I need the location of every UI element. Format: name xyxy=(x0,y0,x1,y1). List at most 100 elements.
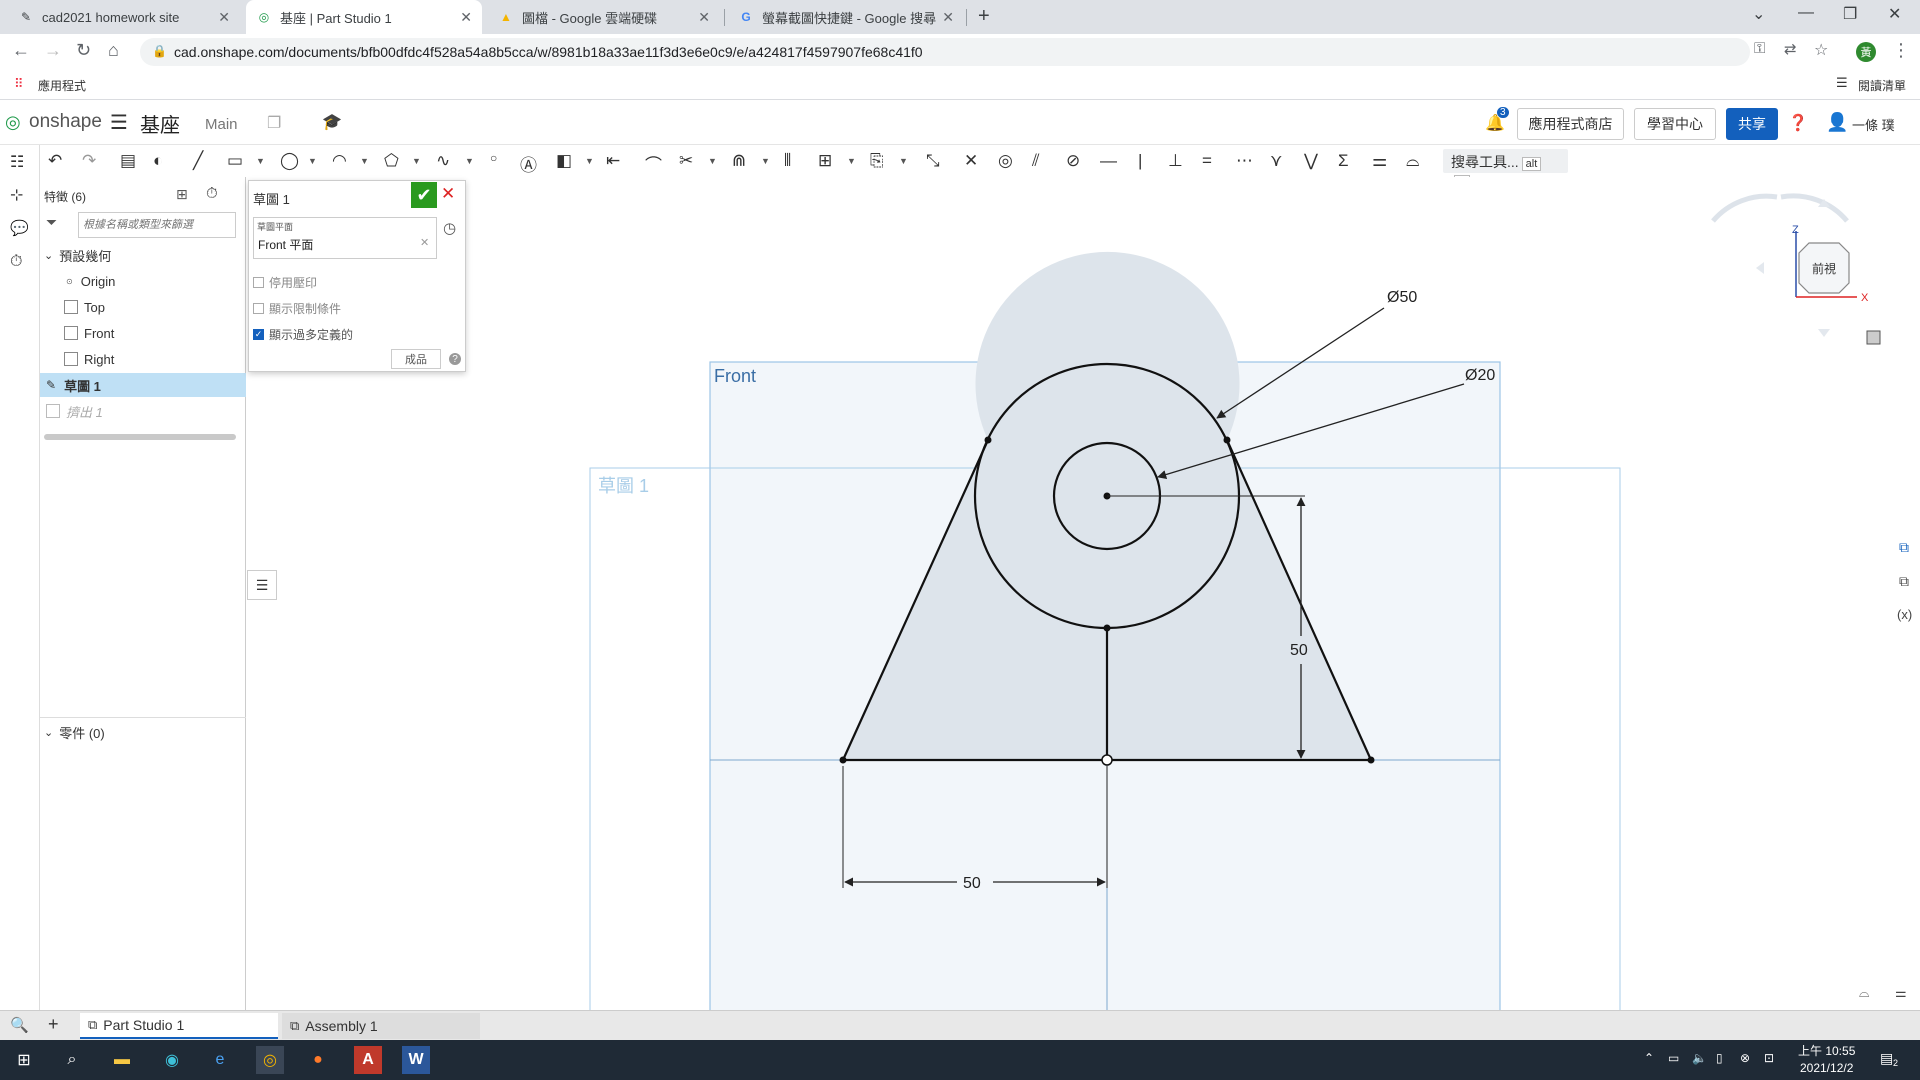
help-icon[interactable]: ❓ xyxy=(1788,113,1808,133)
curvature-icon[interactable]: ⌓ xyxy=(1406,151,1419,171)
redo-icon[interactable]: ↷ xyxy=(82,151,96,171)
appearance-panel-icon[interactable]: ⧉ xyxy=(1899,539,1909,556)
show-overdefined-option[interactable]: ✓ 顯示過多定義的 xyxy=(253,326,353,343)
feature-filter-input[interactable] xyxy=(78,212,236,238)
horizontal-icon[interactable]: — xyxy=(1100,151,1117,171)
search-icon[interactable]: ⌕ xyxy=(58,1046,86,1074)
volume-icon[interactable]: 🔈 xyxy=(1692,1051,1707,1065)
profile-avatar[interactable]: 黃 xyxy=(1856,42,1876,62)
spline-tool-icon[interactable]: ∿ xyxy=(436,151,450,171)
feature-top-plane[interactable]: Top xyxy=(40,295,246,319)
feature-tree-icon[interactable]: ☷ xyxy=(10,152,24,172)
usb-icon[interactable]: ▯ xyxy=(1716,1051,1723,1065)
word-icon[interactable]: W xyxy=(402,1046,430,1074)
edge-icon[interactable]: ◉ xyxy=(158,1046,186,1074)
checkbox[interactable] xyxy=(253,277,264,288)
back-icon[interactable]: ← xyxy=(12,40,30,61)
concentric-icon[interactable]: ◎ xyxy=(998,151,1013,171)
apps-grid-icon[interactable]: ⠿ xyxy=(14,76,24,92)
accept-checkmark-button[interactable]: ✔ xyxy=(411,182,437,208)
offset-icon[interactable]: ⋒ xyxy=(732,151,746,171)
symmetric-icon[interactable]: Σ xyxy=(1338,151,1349,171)
rollback-bar[interactable] xyxy=(44,434,236,440)
history-icon[interactable]: ⏱ xyxy=(10,253,22,271)
chevron-down-icon[interactable]: ▼ xyxy=(585,156,594,166)
rollback-timer-icon[interactable]: ⏱ xyxy=(206,185,218,202)
close-icon[interactable]: ✕ xyxy=(218,9,230,26)
chevron-down-icon[interactable]: ⌄ xyxy=(44,249,53,262)
translate-icon[interactable]: ⇄ xyxy=(1784,40,1797,58)
document-title[interactable]: 基座 xyxy=(140,109,180,138)
tab-assembly-1[interactable]: ⧉ Assembly 1 xyxy=(282,1013,480,1039)
key-icon[interactable]: ⚿ xyxy=(1754,40,1765,57)
construction-icon[interactable]: ◧ xyxy=(556,151,572,171)
file-explorer-icon[interactable]: ▬ xyxy=(108,1046,136,1074)
workspace-name[interactable]: Main xyxy=(205,116,238,133)
tangent-icon[interactable]: ⊘ xyxy=(1066,151,1080,171)
comment-icon[interactable]: 💬 xyxy=(10,219,29,237)
dimension-icon[interactable]: ⇤ xyxy=(606,151,620,171)
star-icon[interactable]: ☆ xyxy=(1814,40,1828,60)
close-icon[interactable]: ✕ xyxy=(942,9,954,26)
dimension-vertical-50[interactable]: 50 xyxy=(1290,642,1308,659)
sketch-canvas[interactable]: Front 草圖 1 Ø50 Ø20 50 50 Z X 前視 xyxy=(247,177,1883,1010)
polygon-tool-icon[interactable]: ⬠ xyxy=(384,151,399,171)
sketch-point[interactable] xyxy=(984,436,992,444)
graphics-area[interactable]: Front 草圖 1 Ø50 Ø20 50 50 Z X 前視 ⧉ ⧉ (x) … xyxy=(247,177,1912,1010)
sketch-point[interactable] xyxy=(1223,436,1231,444)
hamburger-icon[interactable]: ☰ xyxy=(110,110,128,135)
search-tools-input[interactable]: 搜尋工具...altC xyxy=(1443,149,1568,189)
minimize-icon[interactable]: — xyxy=(1798,4,1814,22)
cancel-x-button[interactable]: ✕ xyxy=(441,184,455,204)
user-name[interactable]: 一條 璞 xyxy=(1852,115,1895,134)
notification-center-icon[interactable]: ▤ xyxy=(1880,1050,1893,1067)
learning-center-button[interactable]: 學習中心 xyxy=(1634,108,1716,140)
section-view-icon[interactable]: ⚌ xyxy=(1895,985,1907,1001)
dimension-diameter-50[interactable]: Ø50 xyxy=(1387,289,1417,306)
checkbox[interactable] xyxy=(253,303,264,314)
browser-tab-google-drive[interactable]: ▲ 圖檔 - Google 雲端硬碟 ✕ xyxy=(488,0,720,34)
share-button[interactable]: 共享 xyxy=(1726,108,1778,140)
feature-right-plane[interactable]: Right xyxy=(40,347,246,371)
system-clock[interactable]: 上午 10:55 2021/12/2 xyxy=(1798,1043,1855,1077)
forward-icon[interactable]: → xyxy=(44,40,62,61)
render-panel-icon[interactable]: ⧉ xyxy=(1899,573,1909,590)
view-cube[interactable]: Z X 前視 xyxy=(1711,193,1883,337)
pattern-icon[interactable]: ⊞ xyxy=(818,151,832,171)
autocad-icon[interactable]: A xyxy=(354,1046,382,1074)
mirror-icon[interactable]: ⫴ xyxy=(784,151,791,171)
close-icon[interactable]: ✕ xyxy=(460,9,472,26)
apps-bookmark[interactable]: 應用程式 xyxy=(38,77,86,94)
chevron-down-icon[interactable]: ▼ xyxy=(360,156,369,166)
tab-search-icon[interactable]: ⌄ xyxy=(1752,4,1765,24)
rectangle-tool-icon[interactable]: ▭ xyxy=(227,151,243,171)
view-mode-icon[interactable]: ⌓ xyxy=(1859,985,1869,1001)
clear-selection-icon[interactable]: ✕ xyxy=(420,236,429,249)
feature-origin[interactable]: ⊙ Origin xyxy=(40,269,246,293)
tab-part-studio-1[interactable]: ⧉ Part Studio 1 xyxy=(80,1013,278,1039)
chevron-down-icon[interactable]: ▼ xyxy=(308,156,317,166)
chevron-down-icon[interactable]: ▼ xyxy=(899,156,908,166)
chrome-icon[interactable]: ◎ xyxy=(256,1046,284,1074)
transform-icon[interactable]: ⤡ xyxy=(926,151,940,171)
clipboard-icon[interactable]: ▤ xyxy=(120,151,136,171)
url-bar[interactable]: 🔒 cad.onshape.com/documents/bfb00dfdc4f5… xyxy=(140,38,1750,66)
checkbox-checked[interactable]: ✓ xyxy=(253,329,264,340)
reading-list[interactable]: 閱讀清單 xyxy=(1858,77,1906,94)
browser-tab-cad2021[interactable]: ✎ cad2021 homework site ✕ xyxy=(8,0,240,34)
fillet-icon[interactable]: ⌒ xyxy=(645,151,662,176)
help-icon[interactable]: ? xyxy=(449,353,461,365)
fix-icon[interactable]: ⚌ xyxy=(1372,151,1387,171)
window-close-icon[interactable]: ✕ xyxy=(1888,4,1901,24)
feature-front-plane[interactable]: Front xyxy=(40,321,246,345)
browser-tab-part-studio[interactable]: ◎ 基座 | Part Studio 1 ✕ xyxy=(246,0,482,34)
view-options-cube-icon[interactable] xyxy=(1866,330,1883,345)
circle-tool-icon[interactable]: ◯ xyxy=(280,151,299,171)
disable-imprinting-option[interactable]: 停用壓印 xyxy=(253,274,317,291)
line-tool-icon[interactable]: ╱ xyxy=(193,151,203,171)
default-geometry-folder[interactable]: ⌄ 預設幾何 xyxy=(40,243,246,267)
url-text[interactable]: cad.onshape.com/documents/bfb00dfdc4f528… xyxy=(174,44,923,60)
normal-icon[interactable]: ⋎ xyxy=(1270,151,1282,171)
add-folder-icon[interactable]: ⊞ xyxy=(176,186,188,203)
sketch-point[interactable] xyxy=(1103,624,1111,632)
